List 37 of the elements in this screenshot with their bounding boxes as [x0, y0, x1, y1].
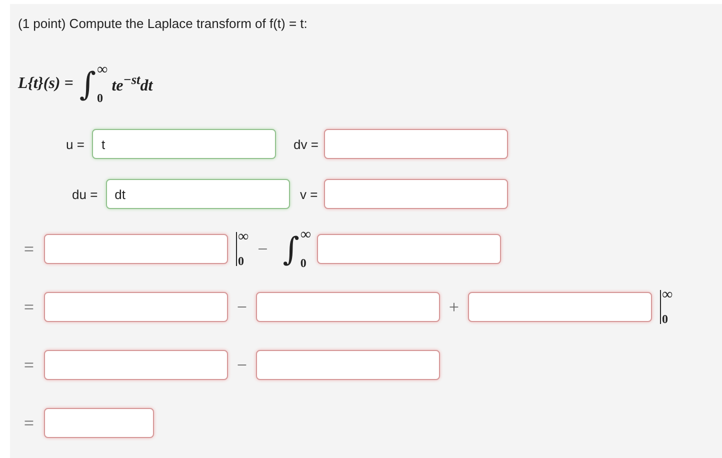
input-field[interactable] [468, 292, 652, 322]
lower-limit: 0 [300, 257, 306, 269]
field-label: dv = [292, 136, 318, 152]
integral-sign: ∫ [282, 229, 300, 269]
input-field[interactable] [256, 292, 440, 322]
input-field[interactable] [44, 408, 154, 438]
upper-limit: ∞ [238, 231, 249, 243]
input-field[interactable] [44, 292, 228, 322]
input-field[interactable] [44, 234, 228, 264]
field-label: du = [72, 186, 98, 202]
math-operator: = [22, 354, 36, 376]
math-operator: = [22, 238, 36, 260]
math-operator: = [22, 296, 36, 318]
input-field[interactable] [324, 129, 508, 159]
lower-limit: 0 [662, 313, 668, 325]
upper-limit: ∞ [662, 289, 673, 301]
field-label: u = [66, 136, 84, 152]
math-expression: L{t}(s) = [18, 75, 74, 93]
math-operator: − [256, 238, 269, 260]
input-field[interactable] [44, 350, 228, 380]
integrand: te$^{−st}$dt [112, 72, 153, 96]
field-label: v = [298, 186, 318, 202]
input-field[interactable]: t [92, 129, 276, 159]
lower-limit: 0 [238, 255, 244, 267]
upper-limit: ∞ [300, 229, 312, 241]
input-field[interactable]: dt [106, 179, 290, 209]
integral-sign: ∫ [79, 64, 96, 104]
lower-limit: 0 [97, 92, 104, 104]
problem-statement: (1 point) Compute the Laplace transform of f(t) = t: [18, 16, 308, 31]
input-field[interactable] [324, 179, 508, 209]
input-field[interactable] [256, 350, 440, 380]
math-operator: − [236, 354, 248, 376]
input-field[interactable] [317, 234, 502, 264]
upper-limit: ∞ [97, 64, 108, 76]
math-operator: − [236, 296, 248, 318]
math-operator: + [448, 296, 460, 318]
math-operator: = [22, 412, 36, 434]
